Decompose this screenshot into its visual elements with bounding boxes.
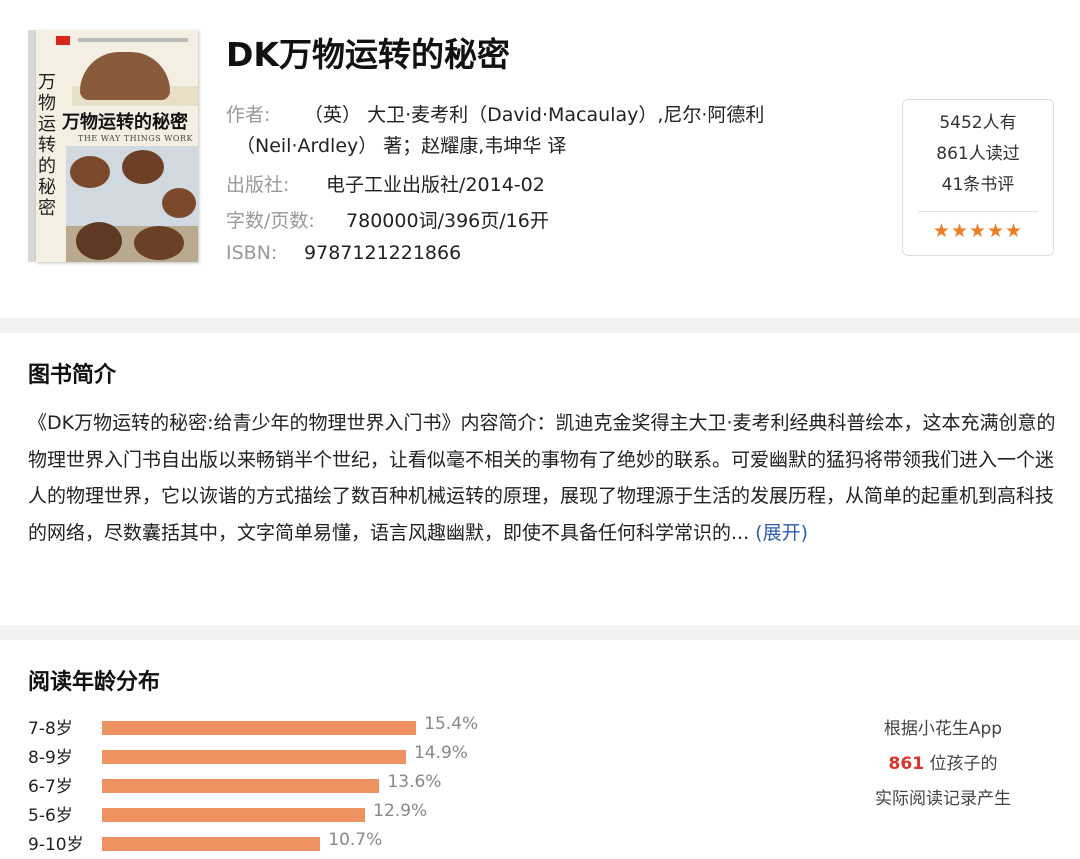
age-bar [102, 837, 321, 851]
intro-heading: 图书简介 [28, 363, 117, 388]
book-info-card: 万物运转的秘密 万物运转的秘密 THE WAY THINGS WORK DK万物… [0, 0, 1080, 318]
cover-spine [28, 30, 36, 262]
age-bar-label: 5-6岁 [28, 806, 73, 826]
age-bar-chart: 7-8岁 15.4% 8-9岁 14.9% 6-7岁 13.6% 5-6岁 12.9% 9-10… [0, 712, 600, 857]
publisher-value: 电子工业出版社/2014-02 [326, 174, 545, 196]
note-line3: 实际阅读记录产生 [875, 789, 1011, 809]
age-bar-label: 7-8岁 [28, 719, 73, 739]
owners-count: 5452人有 [939, 113, 1017, 133]
expand-link[interactable]: (展开) [755, 522, 808, 544]
rating-stars-icon: ★★★★★ [932, 220, 1024, 242]
note-line2-text: 位孩子的 [924, 754, 998, 774]
age-bar-value: 14.9% [413, 743, 468, 763]
cover-title: 万物运转的秘密 [62, 112, 188, 133]
cover-face: 万物运转的秘密 万物运转的秘密 THE WAY THINGS WORK [36, 30, 198, 262]
cover-english-title: THE WAY THINGS WORK [78, 134, 193, 143]
age-bar-value: 15.4% [424, 714, 479, 734]
data-source-note: 根据小花生App 861 位孩子的 实际阅读记录产生 [848, 712, 1038, 817]
age-bar-label: 6-7岁 [28, 777, 73, 797]
author-line1: （英） 大卫·麦考利（David·Macaulay）,尼尔·阿德利 [304, 104, 765, 126]
age-distribution-card: 阅读年龄分布 7-8岁 15.4% 8-9岁 14.9% 6-7岁 13.6% 5-6岁 12… [0, 640, 1080, 859]
age-bar [102, 808, 366, 822]
age-bar-row: 6-7岁 13.6% [0, 770, 600, 799]
note-line2: 861 位孩子的 [848, 747, 1038, 782]
publisher-info: 出版社: 电子工业出版社/2014-02 [226, 170, 545, 197]
reviews-count[interactable]: 41条书评 [903, 170, 1053, 201]
age-bar-row: 8-9岁 14.9% [0, 741, 600, 770]
age-heading: 阅读年龄分布 [28, 670, 161, 695]
mammoth-illustration [162, 188, 196, 218]
book-cover-image[interactable]: 万物运转的秘密 万物运转的秘密 THE WAY THINGS WORK [28, 30, 198, 262]
cover-shell-illustration [80, 52, 170, 100]
wordcount-label: 字数/页数: [226, 210, 315, 232]
age-bar-row: 7-8岁 15.4% [0, 712, 600, 741]
age-bar-value: 10.7% [328, 830, 383, 850]
age-bar-row: 9-10岁 10.7% [0, 828, 600, 857]
cover-vertical-title: 万物运转的秘密 [38, 72, 56, 219]
reading-stats-box: 5452人有 861人读过 41条书评 ★★★★★ [902, 99, 1054, 256]
age-bar [102, 779, 380, 793]
isbn-info: ISBN: 9787121221866 [226, 242, 461, 264]
age-bar [102, 721, 417, 735]
age-bar-label: 9-10岁 [28, 835, 84, 855]
age-bar-value: 12.9% [373, 801, 428, 821]
note-line1: 根据小花生App [883, 719, 1003, 739]
mammoth-illustration [134, 226, 184, 260]
readers-count: 861人读过 [936, 144, 1020, 164]
wordcount-value: 780000词/396页/16开 [346, 210, 549, 232]
book-intro-card: 图书简介 《DK万物运转的秘密:给青少年的物理世界入门书》内容简介：凯迪克金奖得… [0, 333, 1080, 625]
age-bar-label: 8-9岁 [28, 748, 73, 768]
age-bar-row: 5-6岁 12.9% [0, 799, 600, 828]
publisher-label: 出版社: [226, 174, 290, 196]
age-bar [102, 750, 406, 764]
mammoth-illustration [122, 150, 164, 184]
intro-body: 《DK万物运转的秘密:给青少年的物理世界入门书》内容简介：凯迪克金奖得主大卫·麦… [28, 412, 1056, 544]
author-label: 作者: [226, 104, 271, 126]
isbn-label: ISBN: [226, 242, 278, 264]
mammoth-illustration [70, 156, 110, 188]
isbn-value: 9787121221866 [304, 242, 462, 264]
age-bar-value: 13.6% [387, 772, 442, 792]
intro-text: 《DK万物运转的秘密:给青少年的物理世界入门书》内容简介：凯迪克金奖得主大卫·麦… [28, 405, 1058, 551]
dk-logo [56, 36, 70, 45]
book-title: DK万物运转的秘密 [226, 35, 510, 74]
children-count: 861 [888, 754, 925, 774]
author-line2: （Neil·Ardley） 著；赵耀康,韦坤华 译 [236, 135, 567, 157]
mammoth-illustration [76, 222, 122, 260]
cover-blurb [78, 38, 188, 42]
author-info: 作者: （英） 大卫·麦考利（David·Macaulay）,尼尔·阿德利 （N… [226, 100, 764, 162]
wordcount-info: 字数/页数: 780000词/396页/16开 [226, 206, 549, 233]
stats-divider [918, 211, 1038, 212]
